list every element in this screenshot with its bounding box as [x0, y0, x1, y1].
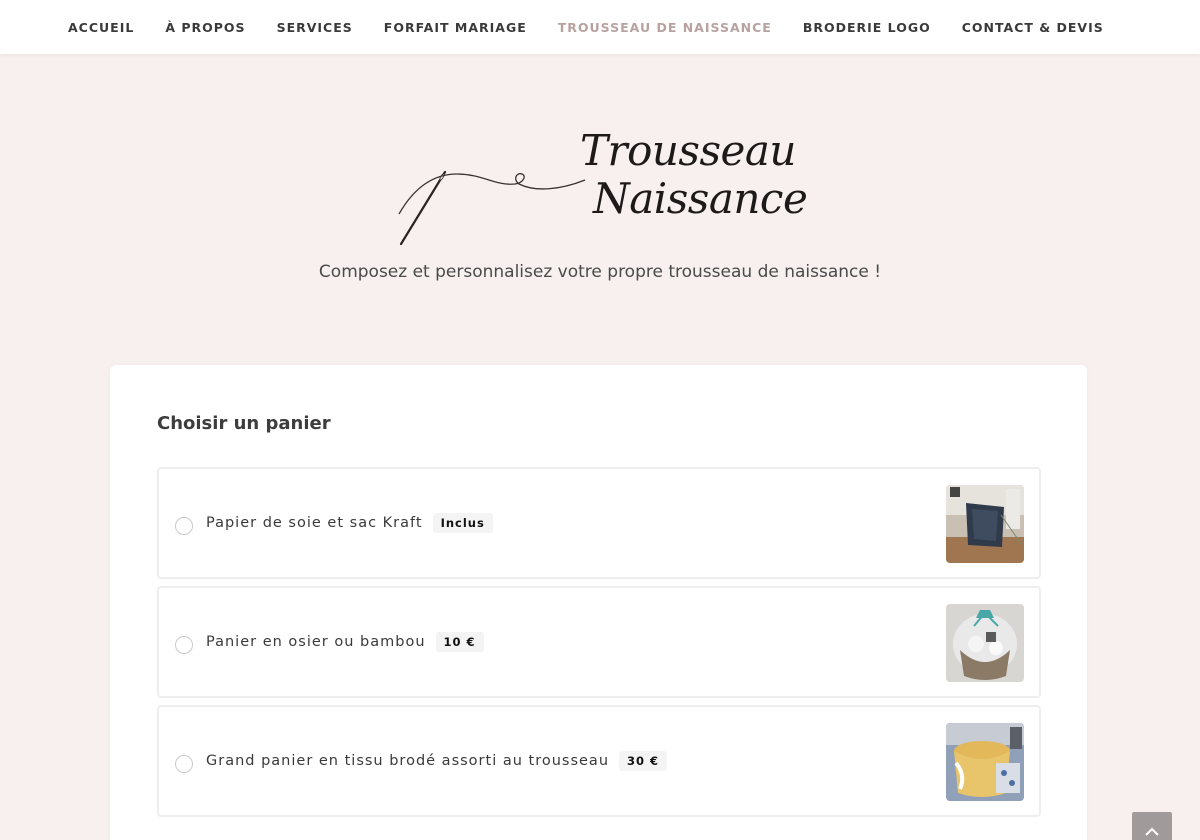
basket-selection-card: Choisir un panier Papier de soie et sac …: [110, 365, 1087, 840]
radio-button[interactable]: [175, 755, 193, 773]
logo-text-line2: Naissance: [593, 174, 808, 223]
site-logo: Trousseau Naissance: [395, 126, 808, 251]
nav-item-broderie-logo[interactable]: BRODERIE LOGO: [803, 20, 931, 35]
price-badge: 10 €: [435, 632, 484, 652]
section-title: Choisir un panier: [157, 413, 331, 434]
nav-item-a-propos[interactable]: À PROPOS: [165, 20, 245, 35]
chevron-up-icon: [1145, 827, 1159, 836]
tissue-paper-kraft-bag-photo: [946, 485, 1024, 563]
nav-item-forfait-mariage[interactable]: FORFAIT MARIAGE: [384, 20, 527, 35]
price-badge: 30 €: [619, 751, 668, 771]
nav-item-accueil[interactable]: ACCUEIL: [68, 20, 134, 35]
nav-item-services[interactable]: SERVICES: [277, 20, 353, 35]
basket-option-osier-bambou[interactable]: Panier en osier ou bambou 10 €: [157, 586, 1041, 698]
logo-text-line1: Trousseau: [580, 126, 796, 175]
option-label: Panier en osier ou bambou: [206, 634, 426, 650]
hero-section: Trousseau Naissance Composez et personna…: [0, 54, 1200, 364]
needle-and-thread-icon: [398, 170, 586, 246]
radio-button[interactable]: [175, 636, 193, 654]
radio-button[interactable]: [175, 517, 193, 535]
basket-option-kraft[interactable]: Papier de soie et sac Kraft Inclus: [157, 467, 1041, 579]
option-label-row: Panier en osier ou bambou 10 €: [206, 632, 484, 652]
price-badge: Inclus: [432, 513, 493, 533]
option-label-row: Papier de soie et sac Kraft Inclus: [206, 513, 493, 533]
main-navigation: ACCUEIL À PROPOS SERVICES FORFAIT MARIAG…: [0, 0, 1200, 54]
wicker-basket-photo: [946, 604, 1024, 682]
embroidered-fabric-basket-photo: [946, 723, 1024, 801]
nav-item-trousseau-de-naissance[interactable]: TROUSSEAU DE NAISSANCE: [558, 20, 772, 35]
basket-option-tissu-brode[interactable]: Grand panier en tissu brodé assorti au t…: [157, 705, 1041, 817]
back-to-top-button[interactable]: [1132, 812, 1172, 840]
hero-tagline: Composez et personnalisez votre propre t…: [318, 262, 882, 282]
nav-item-contact-devis[interactable]: CONTACT & DEVIS: [962, 20, 1104, 35]
option-label: Grand panier en tissu brodé assorti au t…: [206, 753, 610, 769]
option-label-row: Grand panier en tissu brodé assorti au t…: [206, 751, 668, 771]
option-label: Papier de soie et sac Kraft: [206, 515, 423, 531]
